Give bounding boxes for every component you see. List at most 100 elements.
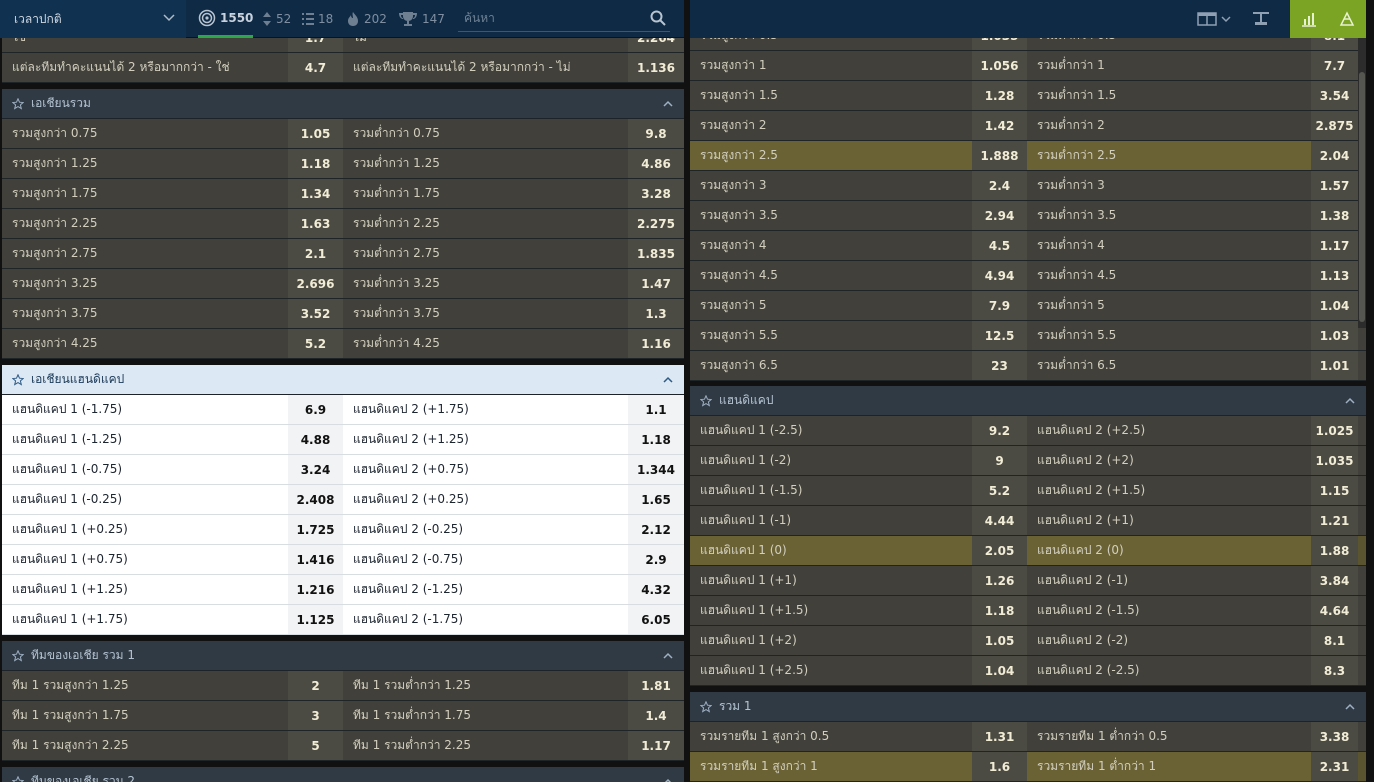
- outcome-2-button[interactable]: รวมต่ำกว่า 3.25 1.47: [343, 269, 684, 298]
- star-icon[interactable]: [700, 394, 712, 407]
- outcome-2-button[interactable]: รวมต่ำกว่า 1 7.7: [1027, 51, 1358, 80]
- outcome-1-button[interactable]: รวมรายทีม 1 สูงกว่า 0.5 1.31: [690, 722, 1027, 751]
- outcome-1-button[interactable]: แฮนดิแคป 1 (-1.75) 6.9: [2, 395, 343, 424]
- outcome-2-button[interactable]: รวมต่ำกว่า 0.75 9.8: [343, 119, 684, 148]
- outcome-1-button[interactable]: ทีม 1 รวมสูงกว่า 2.25 5: [2, 731, 343, 760]
- outcome-2-button[interactable]: รวมต่ำกว่า 6.5 1.01: [1027, 351, 1358, 380]
- period-select[interactable]: เวลาปกติ: [0, 0, 186, 38]
- outcome-2-button[interactable]: แฮนดิแคป 2 (0) 1.88: [1027, 536, 1358, 565]
- outcome-2-button[interactable]: รวมต่ำกว่า 5.5 1.03: [1027, 321, 1358, 350]
- chevron-up-icon[interactable]: [662, 650, 674, 662]
- outcome-1-button[interactable]: รวมสูงกว่า 2.5 1.888: [690, 141, 1027, 170]
- outcome-1-button[interactable]: รวมสูงกว่า 1.5 1.28: [690, 81, 1027, 110]
- outcome-1-button[interactable]: รวมสูงกว่า 2.75 2.1: [2, 239, 343, 268]
- outcome-2-button[interactable]: รวมต่ำกว่า 3.5 1.38: [1027, 201, 1358, 230]
- outcome-1-button[interactable]: รวมสูงกว่า 4.25 5.2: [2, 329, 343, 358]
- outcome-2-button[interactable]: แฮนดิแคป 2 (+1) 1.21: [1027, 506, 1358, 535]
- outcome-2-button[interactable]: แฮนดิแคป 2 (-1.5) 4.64: [1027, 596, 1358, 625]
- outcome-2-button[interactable]: แฮนดิแคป 2 (-2.5) 8.3: [1027, 656, 1358, 685]
- outcome-1-button[interactable]: รวมสูงกว่า 0.75 1.05: [2, 119, 343, 148]
- chevron-up-icon[interactable]: [662, 98, 674, 110]
- outcome-1-button[interactable]: รวมสูงกว่า 1 1.056: [690, 51, 1027, 80]
- outcome-2-button[interactable]: รวมรายทีม 1 ต่ำกว่า 0.5 3.38: [1027, 722, 1358, 751]
- field-button[interactable]: [1328, 0, 1366, 38]
- outcome-2-button[interactable]: แฮนดิแคป 2 (+1.25) 1.18: [343, 425, 684, 454]
- outcome-1-button[interactable]: รวมสูงกว่า 5 7.9: [690, 291, 1027, 320]
- market-section-header[interactable]: แฮนดิแคป: [690, 386, 1366, 416]
- outcome-1-button[interactable]: ใช่1.7: [2, 38, 343, 52]
- outcome-2-button[interactable]: รวมต่ำกว่า 4.5 1.13: [1027, 261, 1358, 290]
- outcome-1-button[interactable]: แฮนดิแคป 1 (+2.5) 1.04: [690, 656, 1027, 685]
- stats-button[interactable]: [1290, 0, 1328, 38]
- outcome-1-button[interactable]: แฮนดิแคป 1 (-1.25) 4.88: [2, 425, 343, 454]
- outcome-1-button[interactable]: แฮนดิแคป 1 (+2) 1.05: [690, 626, 1027, 655]
- outcome-2-button[interactable]: ทีม 1 รวมต่ำกว่า 1.75 1.4: [343, 701, 684, 730]
- outcome-1-button[interactable]: แฮนดิแคป 1 (-0.25) 2.408: [2, 485, 343, 514]
- chevron-up-icon[interactable]: [662, 374, 674, 386]
- outcome-1-button[interactable]: แต่ละทีมทำคะแนนได้ 2 หรือมากกว่า - ใช่ 4.…: [2, 53, 343, 82]
- outcome-2-button[interactable]: แต่ละทีมทำคะแนนได้ 2 หรือมากกว่า - ไม่ 1.…: [343, 53, 684, 82]
- outcome-1-button[interactable]: แฮนดิแคป 1 (+1.5) 1.18: [690, 596, 1027, 625]
- outcome-2-button[interactable]: รวมต่ำกว่า 1.75 3.28: [343, 179, 684, 208]
- outcome-1-button[interactable]: รวมสูงกว่า 3.75 3.52: [2, 299, 343, 328]
- outcome-2-button[interactable]: รวมต่ำกว่า 3.75 1.3: [343, 299, 684, 328]
- outcome-2-button[interactable]: รวมต่ำกว่า 4.25 1.16: [343, 329, 684, 358]
- star-icon[interactable]: [12, 775, 24, 782]
- outcome-1-button[interactable]: รวมสูงกว่า 0.51.035: [690, 38, 1027, 50]
- scrollbar-thumb[interactable]: [1359, 72, 1365, 322]
- outcome-1-button[interactable]: แฮนดิแคป 1 (0) 2.05: [690, 536, 1027, 565]
- outcome-1-button[interactable]: ทีม 1 รวมสูงกว่า 1.25 2: [2, 671, 343, 700]
- outcome-2-button[interactable]: รวมต่ำกว่า 3 1.57: [1027, 171, 1358, 200]
- outcome-1-button[interactable]: รวมสูงกว่า 2 1.42: [690, 111, 1027, 140]
- outcome-2-button[interactable]: รวมต่ำกว่า 5 1.04: [1027, 291, 1358, 320]
- outcome-2-button[interactable]: รวมต่ำกว่า 2.75 1.835: [343, 239, 684, 268]
- outcome-1-button[interactable]: รวมสูงกว่า 1.75 1.34: [2, 179, 343, 208]
- outcome-2-button[interactable]: รวมต่ำกว่า 4 1.17: [1027, 231, 1358, 260]
- outcome-2-button[interactable]: รวมรายทีม 1 ต่ำกว่า 1 2.31: [1027, 752, 1358, 781]
- outcome-2-button[interactable]: รวมต่ำกว่า 2.5 2.04: [1027, 141, 1358, 170]
- outcome-1-button[interactable]: รวมสูงกว่า 2.25 1.63: [2, 209, 343, 238]
- star-icon[interactable]: [700, 700, 712, 713]
- market-section-header[interactable]: ทีมของเอเชีย รวม 2: [2, 767, 684, 782]
- filter-hot[interactable]: 202: [346, 0, 387, 38]
- outcome-2-button[interactable]: ทีม 1 รวมต่ำกว่า 2.25 1.17: [343, 731, 684, 760]
- filter-handicap[interactable]: 52: [262, 0, 291, 38]
- outcome-1-button[interactable]: แฮนดิแคป 1 (+1.25) 1.216: [2, 575, 343, 604]
- outcome-2-button[interactable]: รวมต่ำกว่า 0.58.1: [1027, 38, 1358, 50]
- outcome-2-button[interactable]: แฮนดิแคป 2 (-1.25) 4.32: [343, 575, 684, 604]
- outcome-1-button[interactable]: แฮนดิแคป 1 (-2) 9: [690, 446, 1027, 475]
- layout-toggle-button[interactable]: [1194, 0, 1234, 38]
- outcome-1-button[interactable]: รวมสูงกว่า 6.5 23: [690, 351, 1027, 380]
- market-section-header[interactable]: รวม 1: [690, 692, 1366, 722]
- outcome-1-button[interactable]: ทีม 1 รวมสูงกว่า 1.75 3: [2, 701, 343, 730]
- outcome-1-button[interactable]: รวมสูงกว่า 5.5 12.5: [690, 321, 1027, 350]
- star-icon[interactable]: [12, 97, 24, 110]
- outcome-2-button[interactable]: ทีม 1 รวมต่ำกว่า 1.25 1.81: [343, 671, 684, 700]
- scrollbar-track[interactable]: [1358, 38, 1366, 328]
- outcome-1-button[interactable]: แฮนดิแคป 1 (-1) 4.44: [690, 506, 1027, 535]
- outcome-1-button[interactable]: รวมสูงกว่า 3.5 2.94: [690, 201, 1027, 230]
- outcome-2-button[interactable]: รวมต่ำกว่า 1.25 4.86: [343, 149, 684, 178]
- outcome-2-button[interactable]: รวมต่ำกว่า 2 2.875: [1027, 111, 1358, 140]
- market-section-header[interactable]: ทีมของเอเชีย รวม 1: [2, 641, 684, 671]
- outcome-2-button[interactable]: แฮนดิแคป 2 (-2) 8.1: [1027, 626, 1358, 655]
- search-icon[interactable]: [650, 10, 666, 26]
- outcome-1-button[interactable]: แฮนดิแคป 1 (-1.5) 5.2: [690, 476, 1027, 505]
- outcome-2-button[interactable]: แฮนดิแคป 2 (-0.75) 2.9: [343, 545, 684, 574]
- filter-trophy[interactable]: 147: [398, 0, 445, 38]
- market-section-header[interactable]: เอเชียนรวม: [2, 89, 684, 119]
- chevron-up-icon[interactable]: [1344, 701, 1356, 713]
- outcome-2-button[interactable]: แฮนดิแคป 2 (+0.25) 1.65: [343, 485, 684, 514]
- outcome-1-button[interactable]: แฮนดิแคป 1 (-0.75) 3.24: [2, 455, 343, 484]
- outcome-2-button[interactable]: แฮนดิแคป 2 (+2.5) 1.025: [1027, 416, 1358, 445]
- chevron-up-icon[interactable]: [662, 776, 674, 782]
- outcome-1-button[interactable]: รวมสูงกว่า 3.25 2.696: [2, 269, 343, 298]
- outcome-2-button[interactable]: แฮนดิแคป 2 (+0.75) 1.344: [343, 455, 684, 484]
- outcome-2-button[interactable]: แฮนดิแคป 2 (+1.75) 1.1: [343, 395, 684, 424]
- outcome-2-button[interactable]: แฮนดิแคป 2 (+1.5) 1.15: [1027, 476, 1358, 505]
- star-icon[interactable]: [12, 649, 24, 662]
- pin-button[interactable]: [1246, 0, 1276, 38]
- filter-all[interactable]: 1550: [198, 0, 254, 38]
- outcome-1-button[interactable]: รวมสูงกว่า 4 4.5: [690, 231, 1027, 260]
- outcome-2-button[interactable]: รวมต่ำกว่า 2.25 2.275: [343, 209, 684, 238]
